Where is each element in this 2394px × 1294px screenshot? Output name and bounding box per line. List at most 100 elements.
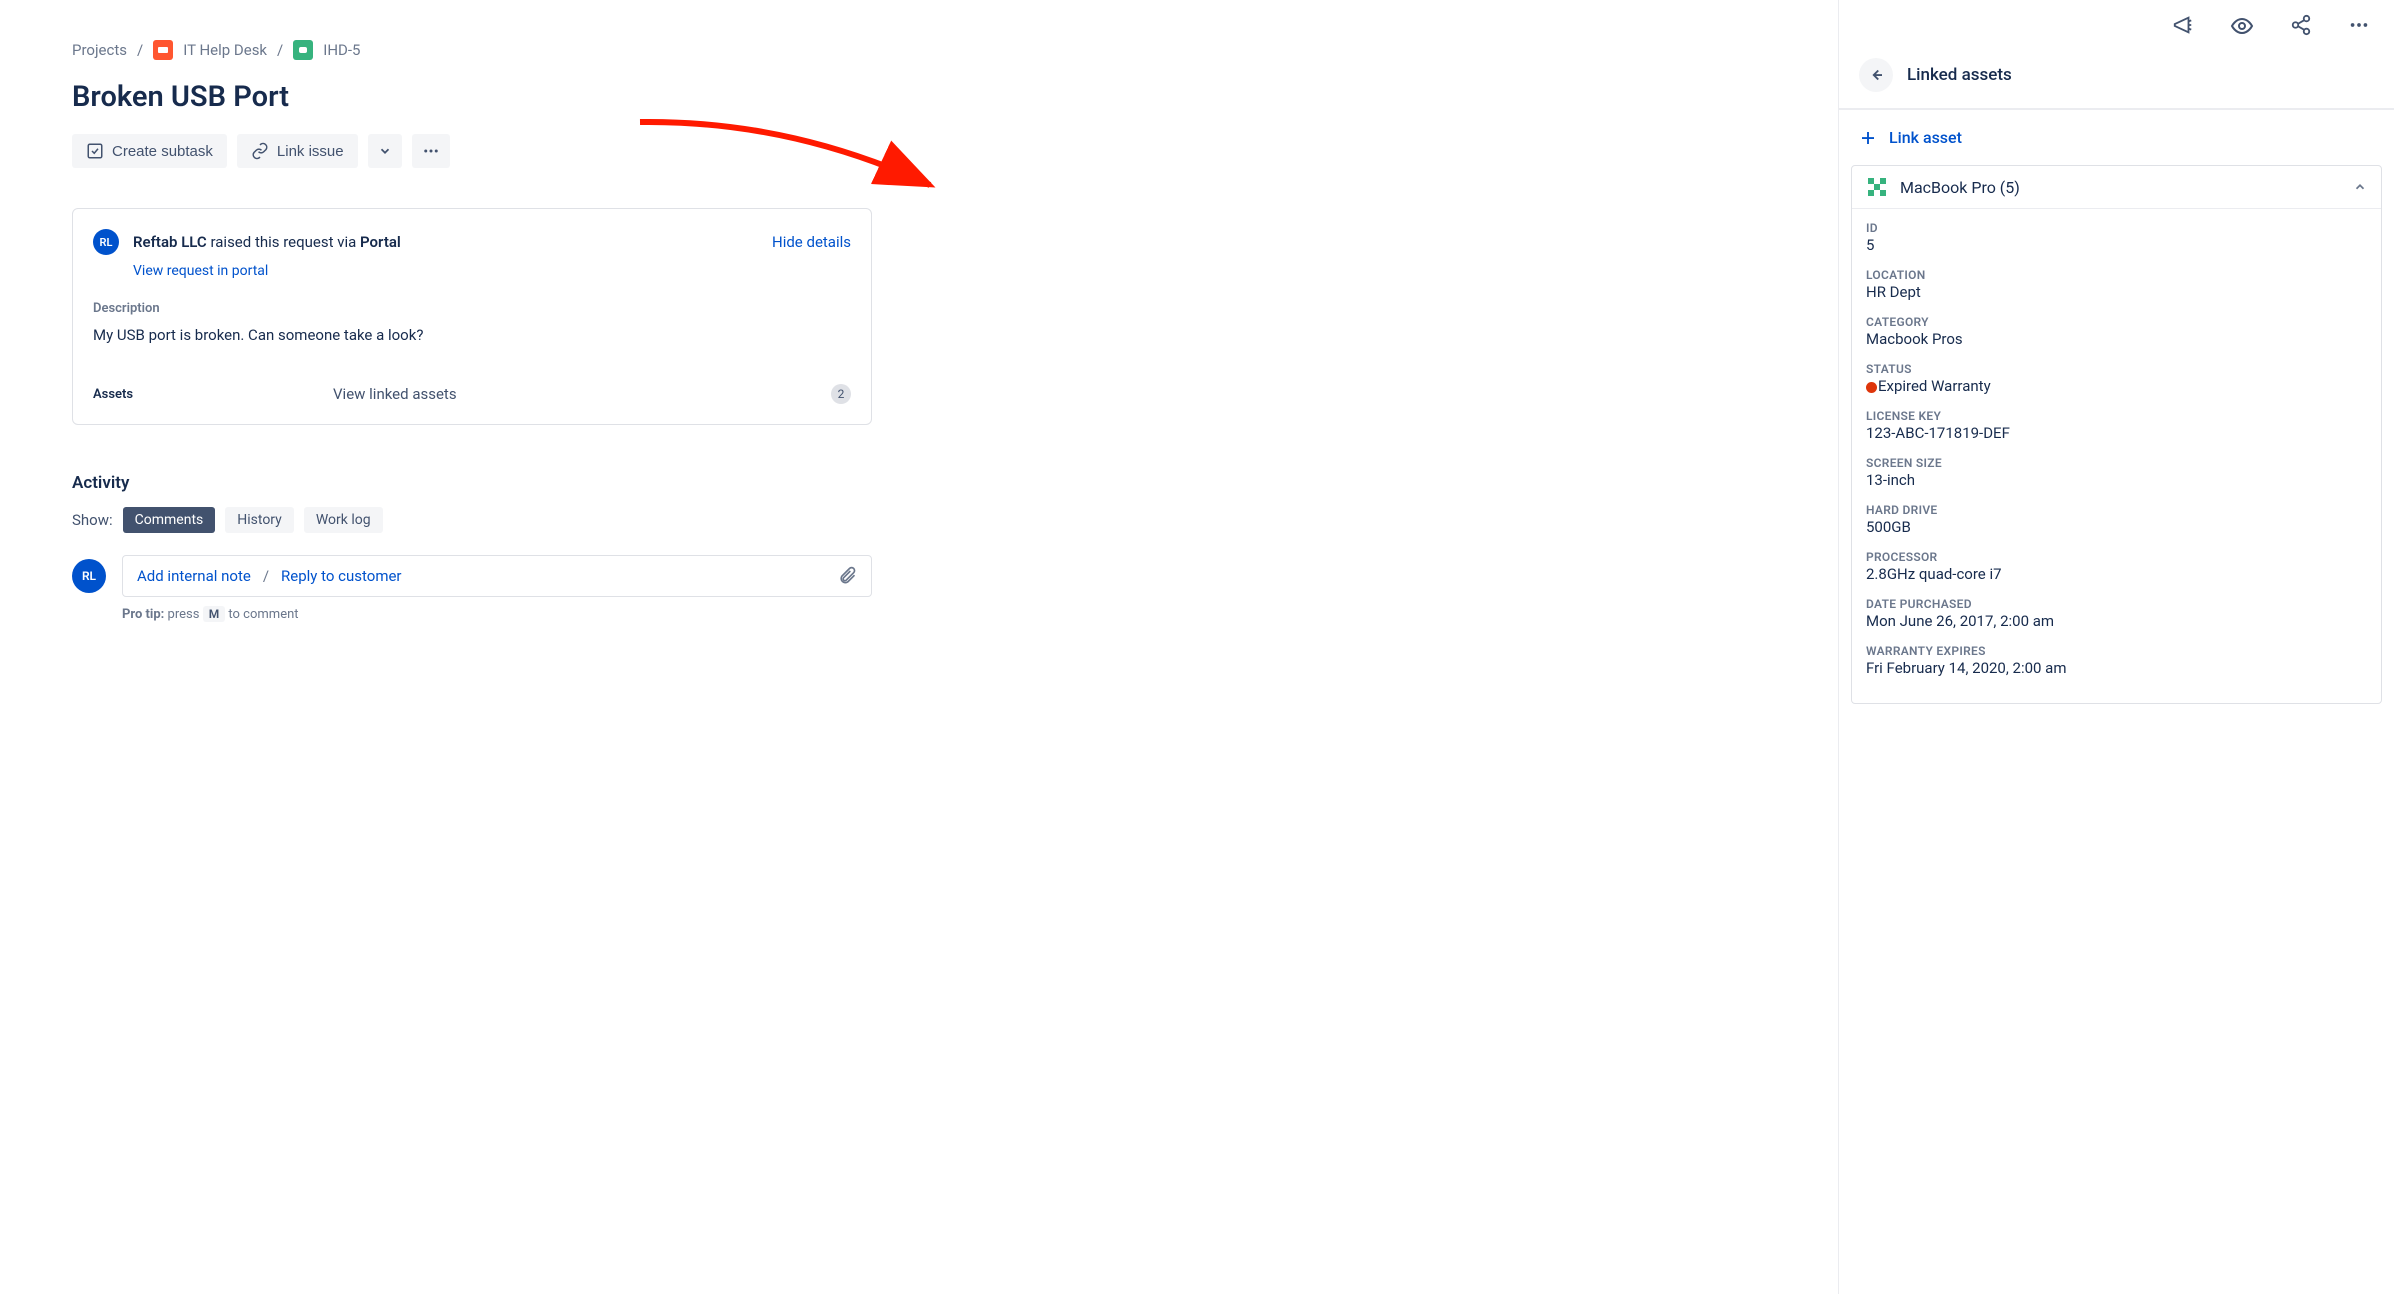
asset-field: WARRANTY EXPIRESFri February 14, 2020, 2… bbox=[1866, 644, 2367, 677]
tab-history[interactable]: History bbox=[225, 507, 294, 533]
asset-field: DATE PURCHASEDMon June 26, 2017, 2:00 am bbox=[1866, 597, 2367, 630]
field-value: Macbook Pros bbox=[1866, 330, 2367, 348]
field-label: SCREEN SIZE bbox=[1866, 456, 2367, 470]
field-value: 5 bbox=[1866, 236, 2367, 254]
more-actions-button[interactable] bbox=[412, 134, 450, 168]
asset-field: LICENSE KEY123-ABC-171819-DEF bbox=[1866, 409, 2367, 442]
breadcrumb-sep: / bbox=[137, 41, 143, 59]
field-label: STATUS bbox=[1866, 362, 2367, 376]
chevron-down-icon bbox=[378, 144, 392, 158]
field-label: WARRANTY EXPIRES bbox=[1866, 644, 2367, 658]
field-label: CATEGORY bbox=[1866, 315, 2367, 329]
panel-title: Linked assets bbox=[1907, 65, 2012, 85]
tab-worklog[interactable]: Work log bbox=[304, 507, 383, 533]
field-value: 13-inch bbox=[1866, 471, 2367, 489]
asset-field: PROCESSOR2.8GHz quad-core i7 bbox=[1866, 550, 2367, 583]
field-label: PROCESSOR bbox=[1866, 550, 2367, 564]
request-card: RL Reftab LLC raised this request via Po… bbox=[72, 208, 872, 425]
field-value: 2.8GHz quad-core i7 bbox=[1866, 565, 2367, 583]
breadcrumb-project-name[interactable]: IT Help Desk bbox=[183, 41, 267, 59]
create-subtask-label: Create subtask bbox=[112, 143, 213, 160]
view-in-portal-link[interactable]: View request in portal bbox=[133, 263, 851, 279]
protip-press: press bbox=[164, 607, 202, 622]
back-button[interactable] bbox=[1859, 58, 1893, 92]
asset-field: CATEGORYMacbook Pros bbox=[1866, 315, 2367, 348]
assets-field-label: Assets bbox=[93, 387, 333, 402]
asset-field: HARD DRIVE500GB bbox=[1866, 503, 2367, 536]
issue-type-icon bbox=[293, 40, 313, 60]
asset-header[interactable]: MacBook Pro (5) bbox=[1852, 166, 2381, 209]
subtask-icon bbox=[86, 142, 104, 160]
reporter-name: Reftab LLC bbox=[133, 233, 207, 251]
asset-field: LOCATIONHR Dept bbox=[1866, 268, 2367, 301]
link-issue-button[interactable]: Link issue bbox=[237, 134, 358, 168]
add-internal-note-link[interactable]: Add internal note bbox=[137, 567, 251, 585]
sidebar: Linked assets Link asset MacBook Pro (5)… bbox=[1838, 0, 2394, 1294]
hide-details-link[interactable]: Hide details bbox=[772, 233, 851, 251]
link-issue-label: Link issue bbox=[277, 143, 344, 160]
asset-logo-icon bbox=[1866, 176, 1888, 198]
create-subtask-button[interactable]: Create subtask bbox=[72, 134, 227, 168]
field-value: Mon June 26, 2017, 2:00 am bbox=[1866, 612, 2367, 630]
chevron-up-icon bbox=[2353, 180, 2367, 194]
reporter-avatar: RL bbox=[93, 229, 119, 255]
breadcrumb: Projects / IT Help Desk / IHD-5 bbox=[72, 40, 1838, 60]
link-asset-label: Link asset bbox=[1889, 128, 1962, 147]
page-title: Broken USB Port bbox=[72, 80, 1838, 114]
show-label: Show: bbox=[72, 511, 113, 529]
asset-name: MacBook Pro (5) bbox=[1900, 178, 2020, 197]
assets-count-badge: 2 bbox=[831, 384, 851, 404]
actions-row: Create subtask Link issue bbox=[72, 134, 1838, 168]
plus-icon bbox=[1859, 129, 1877, 147]
field-label: LICENSE KEY bbox=[1866, 409, 2367, 423]
project-icon bbox=[153, 40, 173, 60]
feedback-icon[interactable] bbox=[2172, 14, 2194, 38]
panel-header: Linked assets bbox=[1839, 48, 2394, 110]
share-icon[interactable] bbox=[2290, 14, 2312, 38]
watch-icon[interactable] bbox=[2230, 14, 2254, 38]
arrow-left-icon bbox=[1867, 66, 1885, 84]
field-value: HR Dept bbox=[1866, 283, 2367, 301]
request-text: Reftab LLC raised this request via Porta… bbox=[133, 233, 401, 251]
more-icon[interactable] bbox=[2348, 14, 2370, 38]
field-label: LOCATION bbox=[1866, 268, 2367, 282]
comment-input[interactable]: Add internal note / Reply to customer bbox=[122, 555, 872, 597]
raised-via-prefix: raised this request via bbox=[207, 233, 360, 251]
link-asset-button[interactable]: Link asset bbox=[1839, 110, 2394, 165]
field-value: Expired Warranty bbox=[1866, 377, 2367, 395]
description-label: Description bbox=[93, 301, 851, 316]
tab-comments[interactable]: Comments bbox=[123, 507, 216, 533]
asset-field: STATUSExpired Warranty bbox=[1866, 362, 2367, 395]
protip-rest: to comment bbox=[225, 607, 298, 622]
status-dot-icon bbox=[1866, 382, 1877, 393]
field-label: ID bbox=[1866, 221, 2367, 235]
link-issue-dropdown[interactable] bbox=[368, 134, 402, 168]
asset-field: SCREEN SIZE13-inch bbox=[1866, 456, 2367, 489]
view-linked-assets-link[interactable]: View linked assets bbox=[333, 385, 457, 403]
asset-body: ID5 LOCATIONHR Dept CATEGORYMacbook Pros ST… bbox=[1852, 209, 2381, 703]
assets-row: Assets View linked assets 2 bbox=[93, 384, 851, 404]
field-value: 500GB bbox=[1866, 518, 2367, 536]
protip-label: Pro tip: bbox=[122, 607, 164, 622]
more-icon bbox=[422, 142, 440, 160]
description-text: My USB port is broken. Can someone take … bbox=[93, 326, 851, 344]
asset-field: ID5 bbox=[1866, 221, 2367, 254]
pro-tip: Pro tip: press M to comment bbox=[122, 607, 872, 622]
protip-key: M bbox=[203, 606, 226, 622]
attachment-icon[interactable] bbox=[837, 566, 857, 586]
activity-heading: Activity bbox=[72, 473, 872, 493]
field-value: 123-ABC-171819-DEF bbox=[1866, 424, 2367, 442]
activity-section: Activity Show: Comments History Work log… bbox=[72, 473, 872, 622]
field-label: DATE PURCHASED bbox=[1866, 597, 2367, 611]
raised-via: Portal bbox=[360, 233, 401, 251]
field-label: HARD DRIVE bbox=[1866, 503, 2367, 517]
field-value: Fri February 14, 2020, 2:00 am bbox=[1866, 659, 2367, 677]
link-icon bbox=[251, 142, 269, 160]
breadcrumb-projects[interactable]: Projects bbox=[72, 41, 127, 59]
current-user-avatar: RL bbox=[72, 559, 106, 593]
top-icons bbox=[1839, 0, 2394, 48]
reply-to-customer-link[interactable]: Reply to customer bbox=[281, 567, 402, 585]
comment-sep: / bbox=[263, 567, 269, 585]
breadcrumb-issue-key[interactable]: IHD-5 bbox=[323, 41, 360, 59]
asset-card: MacBook Pro (5) ID5 LOCATIONHR Dept CATEGO… bbox=[1851, 165, 2382, 704]
